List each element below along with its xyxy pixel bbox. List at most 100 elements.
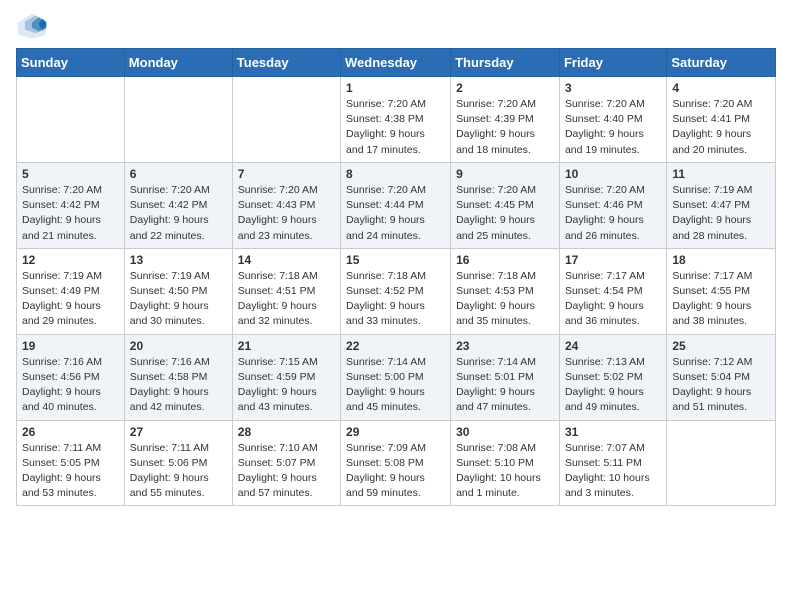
- weekday-header-saturday: Saturday: [667, 49, 776, 77]
- logo: [16, 10, 52, 42]
- day-info: Sunrise: 7:17 AMSunset: 4:55 PMDaylight:…: [672, 269, 770, 330]
- calendar-cell: [667, 420, 776, 506]
- day-info: Sunrise: 7:08 AMSunset: 5:10 PMDaylight:…: [456, 441, 554, 502]
- calendar-cell: 15 Sunrise: 7:18 AMSunset: 4:52 PMDayligh…: [341, 248, 451, 334]
- week-row-1: 5Sunrise: 7:20 AMSunset: 4:42 PMDaylight…: [17, 162, 776, 248]
- day-info: Sunrise: 7:20 AMSunset: 4:39 PMDaylight:…: [456, 97, 554, 158]
- week-row-4: 26 Sunrise: 7:11 AMSunset: 5:05 PMDayligh…: [17, 420, 776, 506]
- calendar-cell: 4 Sunrise: 7:20 AMSunset: 4:41 PMDaylight…: [667, 77, 776, 163]
- day-number: 21: [238, 339, 335, 353]
- calendar-cell: 10 Sunrise: 7:20 AMSunset: 4:46 PMDayligh…: [559, 162, 666, 248]
- calendar-cell: 22 Sunrise: 7:14 AMSunset: 5:00 PMDayligh…: [341, 334, 451, 420]
- calendar-cell: 7Sunrise: 7:20 AMSunset: 4:43 PMDaylight…: [232, 162, 340, 248]
- day-number: 11: [672, 167, 770, 181]
- weekday-header-monday: Monday: [124, 49, 232, 77]
- day-number: 22: [346, 339, 445, 353]
- calendar-cell: [17, 77, 125, 163]
- day-info: Sunrise: 7:14 AMSunset: 5:01 PMDaylight:…: [456, 355, 554, 416]
- day-number: 3: [565, 81, 661, 95]
- day-info: Sunrise: 7:18 AMSunset: 4:52 PMDaylight:…: [346, 269, 445, 330]
- calendar-cell: 27 Sunrise: 7:11 AMSunset: 5:06 PMDayligh…: [124, 420, 232, 506]
- day-number: 17: [565, 253, 661, 267]
- calendar-cell: 20 Sunrise: 7:16 AMSunset: 4:58 PMDayligh…: [124, 334, 232, 420]
- day-info: Sunrise: 7:18 AMSunset: 4:53 PMDaylight:…: [456, 269, 554, 330]
- day-number: 6: [130, 167, 227, 181]
- calendar-cell: 18 Sunrise: 7:17 AMSunset: 4:55 PMDayligh…: [667, 248, 776, 334]
- day-number: 23: [456, 339, 554, 353]
- day-info: Sunrise: 7:11 AMSunset: 5:06 PMDaylight:…: [130, 441, 227, 502]
- day-info: Sunrise: 7:10 AMSunset: 5:07 PMDaylight:…: [238, 441, 335, 502]
- day-number: 30: [456, 425, 554, 439]
- calendar-cell: 16 Sunrise: 7:18 AMSunset: 4:53 PMDayligh…: [451, 248, 560, 334]
- day-number: 2: [456, 81, 554, 95]
- day-info: Sunrise: 7:20 AMSunset: 4:45 PMDaylight:…: [456, 183, 554, 244]
- day-info: Sunrise: 7:20 AMSunset: 4:46 PMDaylight:…: [565, 183, 661, 244]
- calendar-cell: 28 Sunrise: 7:10 AMSunset: 5:07 PMDayligh…: [232, 420, 340, 506]
- calendar-cell: 23 Sunrise: 7:14 AMSunset: 5:01 PMDayligh…: [451, 334, 560, 420]
- weekday-header-sunday: Sunday: [17, 49, 125, 77]
- day-info: Sunrise: 7:20 AMSunset: 4:42 PMDaylight:…: [130, 183, 227, 244]
- calendar-cell: [232, 77, 340, 163]
- week-row-3: 19 Sunrise: 7:16 AMSunset: 4:56 PMDayligh…: [17, 334, 776, 420]
- day-info: Sunrise: 7:09 AMSunset: 5:08 PMDaylight:…: [346, 441, 445, 502]
- day-number: 1: [346, 81, 445, 95]
- calendar-cell: 19 Sunrise: 7:16 AMSunset: 4:56 PMDayligh…: [17, 334, 125, 420]
- day-info: Sunrise: 7:20 AMSunset: 4:42 PMDaylight:…: [22, 183, 119, 244]
- day-info: Sunrise: 7:16 AMSunset: 4:58 PMDaylight:…: [130, 355, 227, 416]
- day-number: 16: [456, 253, 554, 267]
- calendar-cell: 8 Sunrise: 7:20 AMSunset: 4:44 PMDaylight…: [341, 162, 451, 248]
- day-number: 26: [22, 425, 119, 439]
- day-info: Sunrise: 7:18 AMSunset: 4:51 PMDaylight:…: [238, 269, 335, 330]
- calendar-cell: 14Sunrise: 7:18 AMSunset: 4:51 PMDayligh…: [232, 248, 340, 334]
- calendar-cell: 17 Sunrise: 7:17 AMSunset: 4:54 PMDayligh…: [559, 248, 666, 334]
- calendar-cell: 30 Sunrise: 7:08 AMSunset: 5:10 PMDayligh…: [451, 420, 560, 506]
- day-number: 13: [130, 253, 227, 267]
- calendar-cell: 1 Sunrise: 7:20 AMSunset: 4:38 PMDaylight…: [341, 77, 451, 163]
- calendar-table: SundayMondayTuesdayWednesdayThursdayFrid…: [16, 48, 776, 506]
- logo-icon: [16, 10, 48, 42]
- calendar-cell: 25 Sunrise: 7:12 AMSunset: 5:04 PMDayligh…: [667, 334, 776, 420]
- day-info: Sunrise: 7:20 AMSunset: 4:38 PMDaylight:…: [346, 97, 445, 158]
- day-info: Sunrise: 7:19 AMSunset: 4:49 PMDaylight:…: [22, 269, 119, 330]
- weekday-header-row: SundayMondayTuesdayWednesdayThursdayFrid…: [17, 49, 776, 77]
- day-info: Sunrise: 7:20 AMSunset: 4:44 PMDaylight:…: [346, 183, 445, 244]
- calendar-cell: 6 Sunrise: 7:20 AMSunset: 4:42 PMDaylight…: [124, 162, 232, 248]
- calendar-cell: 29 Sunrise: 7:09 AMSunset: 5:08 PMDayligh…: [341, 420, 451, 506]
- day-number: 4: [672, 81, 770, 95]
- day-number: 15: [346, 253, 445, 267]
- calendar-cell: [124, 77, 232, 163]
- weekday-header-tuesday: Tuesday: [232, 49, 340, 77]
- calendar-cell: 31Sunrise: 7:07 AMSunset: 5:11 PMDayligh…: [559, 420, 666, 506]
- day-info: Sunrise: 7:20 AMSunset: 4:43 PMDaylight:…: [238, 183, 335, 244]
- day-info: Sunrise: 7:12 AMSunset: 5:04 PMDaylight:…: [672, 355, 770, 416]
- calendar-cell: 11Sunrise: 7:19 AMSunset: 4:47 PMDayligh…: [667, 162, 776, 248]
- day-number: 12: [22, 253, 119, 267]
- day-number: 10: [565, 167, 661, 181]
- weekday-header-thursday: Thursday: [451, 49, 560, 77]
- week-row-2: 12 Sunrise: 7:19 AMSunset: 4:49 PMDayligh…: [17, 248, 776, 334]
- calendar-cell: 2 Sunrise: 7:20 AMSunset: 4:39 PMDaylight…: [451, 77, 560, 163]
- day-info: Sunrise: 7:11 AMSunset: 5:05 PMDaylight:…: [22, 441, 119, 502]
- day-number: 20: [130, 339, 227, 353]
- week-row-0: 1 Sunrise: 7:20 AMSunset: 4:38 PMDaylight…: [17, 77, 776, 163]
- day-number: 19: [22, 339, 119, 353]
- page: SundayMondayTuesdayWednesdayThursdayFrid…: [0, 0, 792, 522]
- calendar-cell: 9Sunrise: 7:20 AMSunset: 4:45 PMDaylight…: [451, 162, 560, 248]
- header: [16, 10, 776, 42]
- calendar-cell: 26 Sunrise: 7:11 AMSunset: 5:05 PMDayligh…: [17, 420, 125, 506]
- day-number: 8: [346, 167, 445, 181]
- day-info: Sunrise: 7:20 AMSunset: 4:40 PMDaylight:…: [565, 97, 661, 158]
- day-info: Sunrise: 7:20 AMSunset: 4:41 PMDaylight:…: [672, 97, 770, 158]
- day-number: 27: [130, 425, 227, 439]
- day-info: Sunrise: 7:14 AMSunset: 5:00 PMDaylight:…: [346, 355, 445, 416]
- day-info: Sunrise: 7:16 AMSunset: 4:56 PMDaylight:…: [22, 355, 119, 416]
- calendar-cell: 21Sunrise: 7:15 AMSunset: 4:59 PMDayligh…: [232, 334, 340, 420]
- day-info: Sunrise: 7:07 AMSunset: 5:11 PMDaylight:…: [565, 441, 661, 502]
- day-number: 28: [238, 425, 335, 439]
- day-number: 29: [346, 425, 445, 439]
- weekday-header-friday: Friday: [559, 49, 666, 77]
- day-info: Sunrise: 7:17 AMSunset: 4:54 PMDaylight:…: [565, 269, 661, 330]
- day-number: 18: [672, 253, 770, 267]
- calendar-cell: 5Sunrise: 7:20 AMSunset: 4:42 PMDaylight…: [17, 162, 125, 248]
- day-number: 25: [672, 339, 770, 353]
